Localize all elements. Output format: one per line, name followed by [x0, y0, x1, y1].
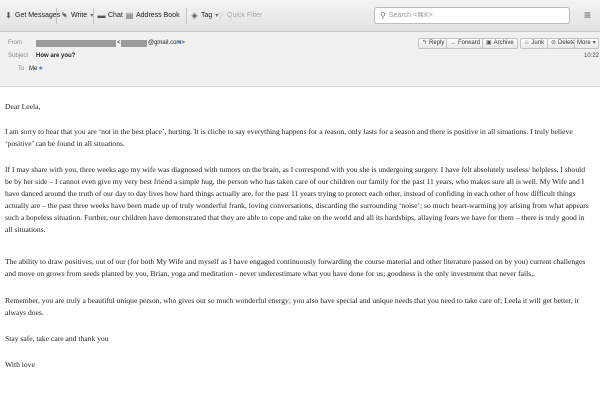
- download-icon: ⬇: [5, 11, 12, 20]
- write-button[interactable]: ✎ Write ▾: [60, 9, 93, 23]
- archive-box-icon: ▣: [486, 40, 492, 46]
- reply-button[interactable]: ↰ Reply: [418, 38, 449, 49]
- paragraph: Stay safe, take care and thank you: [5, 334, 109, 343]
- from-label: From: [8, 40, 22, 46]
- junk-label: Junk: [531, 40, 545, 46]
- subject-value: How are you?: [36, 53, 76, 59]
- star-contact-icon[interactable]: ★: [177, 39, 182, 46]
- closing: With love: [5, 360, 35, 369]
- contact-card-icon: ▤: [125, 11, 134, 20]
- chat-label: Chat: [108, 12, 123, 19]
- tag-label: Tag: [201, 12, 213, 19]
- chevron-down-icon: ▾: [592, 40, 596, 46]
- reply-arrow-icon: ↰: [422, 40, 428, 46]
- get-messages-label: Get Messages: [15, 12, 61, 19]
- greeting: Dear Leela,: [5, 102, 41, 111]
- subject-label: Subject: [8, 53, 29, 59]
- address-book-button[interactable]: ▤ Address Book: [125, 9, 180, 23]
- delete-icon: ⊘: [551, 40, 557, 46]
- redacted-sender-address: [121, 40, 147, 47]
- search-input[interactable]: [388, 9, 549, 22]
- message-time: 10:22: [584, 53, 600, 59]
- junk-button[interactable]: ♨ Junk: [520, 38, 549, 49]
- from-bracket: <: [117, 40, 121, 46]
- paragraph: The ability to draw positives, out of ou…: [5, 257, 586, 278]
- forward-arrow-icon: →: [450, 40, 456, 46]
- star-contact-icon[interactable]: ★: [38, 65, 43, 72]
- redacted-sender-name: [36, 40, 116, 47]
- delete-label: Delete: [558, 40, 576, 46]
- chat-button[interactable]: ▬ Chat: [97, 9, 123, 23]
- paragraph: If I may share with you, three weeks ago…: [5, 165, 589, 234]
- archive-label: Archive: [493, 40, 514, 46]
- search-field[interactable]: ⚲: [374, 7, 570, 24]
- hamburger-menu-icon[interactable]: ≡: [584, 8, 591, 22]
- toolbar-divider: [93, 8, 94, 24]
- tag-button[interactable]: ◈ Tag ▾: [190, 9, 218, 23]
- to-value[interactable]: Me: [29, 66, 37, 72]
- paragraph: Remember, you are truly a beautiful uniq…: [5, 296, 579, 317]
- junk-flame-icon: ♨: [524, 40, 530, 46]
- archive-button[interactable]: ▣ Archive: [482, 38, 518, 49]
- forward-label: Forward: [458, 40, 481, 46]
- write-label: Write: [71, 12, 88, 19]
- quick-filter-button[interactable]: ▽ Quick Filter: [216, 9, 262, 23]
- pencil-icon: ✎: [61, 11, 68, 20]
- toolbar: ⬇ Get Messages ▾ ✎ Write ▾ ▬ Chat ▤ Addr…: [0, 0, 600, 32]
- address-book-label: Address Book: [136, 12, 180, 19]
- more-button[interactable]: More ▾: [574, 38, 599, 49]
- forward-button[interactable]: → Forward: [446, 38, 485, 49]
- tag-icon: ◈: [191, 11, 198, 20]
- chat-bubble-icon: ▬: [97, 11, 106, 20]
- toolbar-divider: [186, 8, 187, 24]
- quick-filter-label: Quick Filter: [227, 12, 263, 19]
- paragraph: I am sorry to hear that you are ‘not in …: [5, 127, 573, 148]
- message-body: Dear Leela, I am sorry to hear that you …: [0, 88, 600, 400]
- filter-icon: ▽: [217, 11, 224, 20]
- to-label: To: [18, 66, 25, 72]
- toolbar-divider: [56, 8, 57, 24]
- more-label: More: [577, 40, 591, 46]
- reply-label: Reply: [429, 40, 445, 46]
- search-icon: ⚲: [380, 11, 386, 20]
